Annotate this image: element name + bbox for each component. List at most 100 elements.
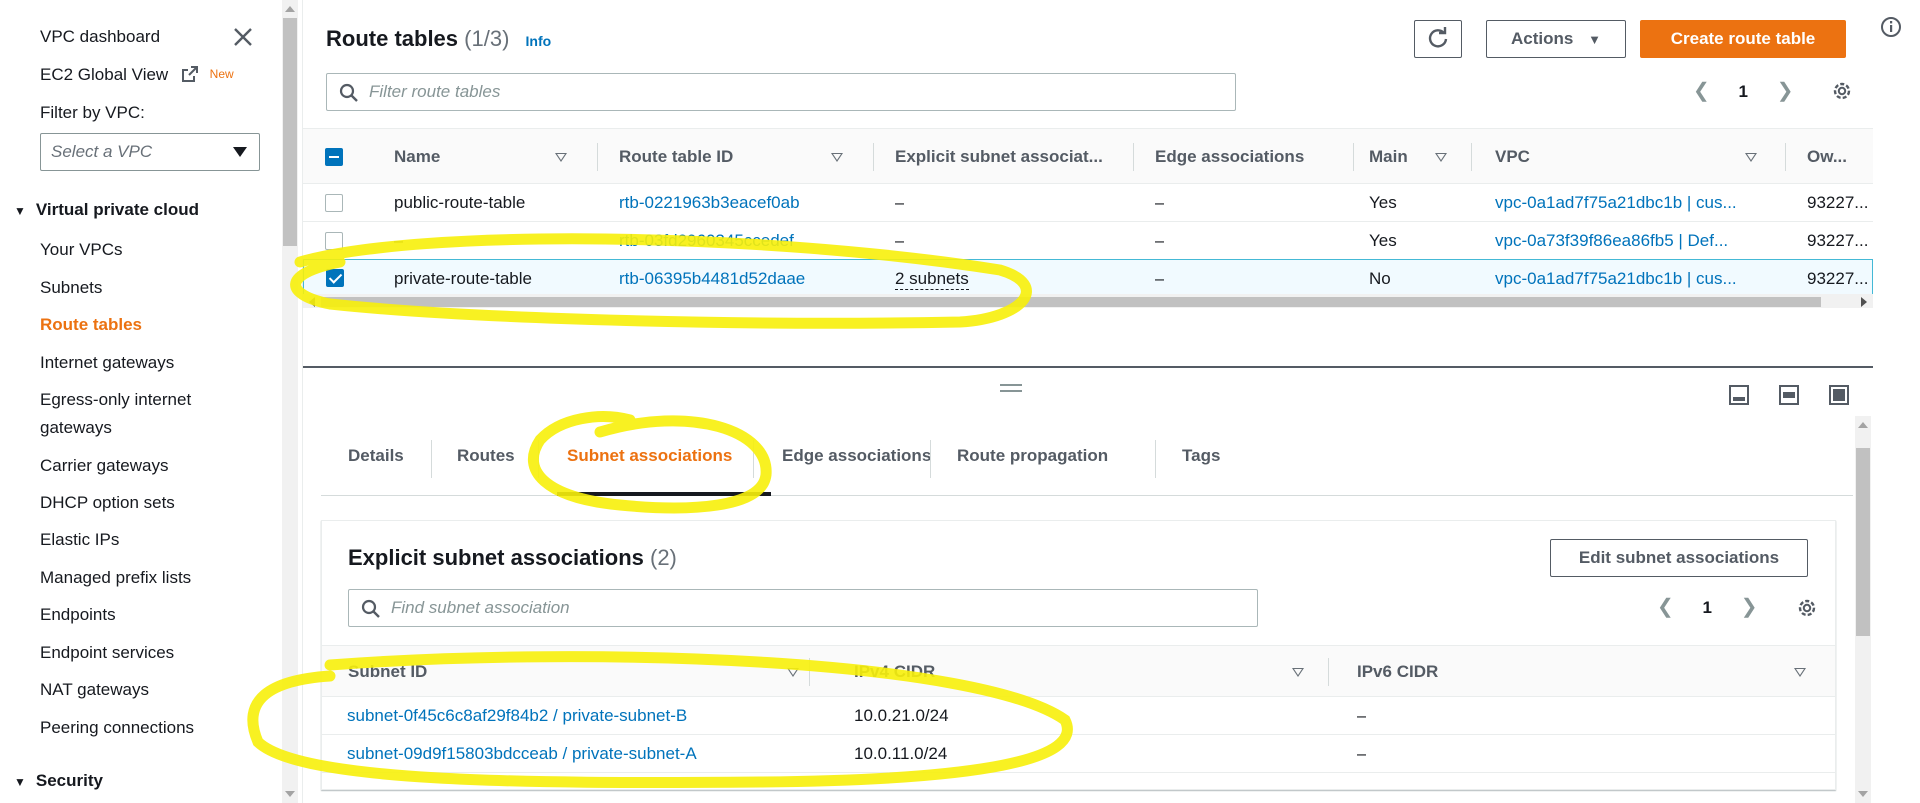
tab-route-propagation[interactable]: Route propagation: [957, 428, 1108, 484]
cell-owner: 93227...: [1807, 269, 1869, 288]
scroll-up-arrow[interactable]: [1858, 422, 1868, 428]
select-all-checkbox[interactable]: [325, 148, 343, 166]
panel-side-icon[interactable]: [1778, 384, 1800, 406]
column-header-subnet-id[interactable]: Subnet ID: [348, 646, 427, 698]
section-virtual-private-cloud[interactable]: ▼ Virtual private cloud: [14, 200, 199, 220]
sidebar-item-vpc-dashboard[interactable]: VPC dashboard: [40, 27, 160, 47]
search-placeholder: Find subnet association: [391, 598, 570, 617]
find-subnet-association-input[interactable]: Find subnet association: [348, 589, 1258, 627]
sort-icon[interactable]: [1435, 153, 1447, 162]
actions-dropdown-button[interactable]: Actions ▼: [1486, 20, 1626, 58]
table-row-selected[interactable]: private-route-table rtb-06395b4481d52daa…: [303, 259, 1873, 297]
sidebar-item-ec2-global-view[interactable]: EC2 Global View New: [40, 65, 234, 85]
filter-route-tables-input[interactable]: Filter route tables: [326, 73, 1236, 111]
sidebar-item-subnets[interactable]: Subnets: [40, 278, 102, 298]
cell-route-table-id[interactable]: rtb-06395b4481d52daae: [619, 260, 805, 298]
edit-subnet-associations-button[interactable]: Edit subnet associations: [1550, 539, 1808, 577]
scroll-down-arrow[interactable]: [285, 791, 295, 797]
create-route-table-button[interactable]: Create route table: [1640, 20, 1846, 58]
cell-explicit[interactable]: 2 subnets: [895, 260, 969, 298]
column-header-vpc[interactable]: VPC: [1495, 129, 1530, 185]
sidebar-item-endpoints[interactable]: Endpoints: [40, 605, 116, 625]
scrollbar-thumb[interactable]: [1856, 448, 1870, 636]
row-checkbox[interactable]: [325, 194, 343, 212]
column-header-explicit-subnet-associations[interactable]: Explicit subnet associat...: [895, 129, 1103, 185]
panel-maximize-icon[interactable]: [1828, 384, 1850, 406]
close-icon[interactable]: [230, 24, 256, 50]
sidebar-item-dhcp-option-sets[interactable]: DHCP option sets: [40, 493, 175, 513]
chevron-right-icon[interactable]: ❯: [1741, 594, 1758, 619]
sidebar-item-elastic-ips[interactable]: Elastic IPs: [40, 530, 119, 550]
cell-route-table-id[interactable]: rtb-0221963b3eacef0ab: [619, 184, 800, 222]
info-link[interactable]: Info: [526, 33, 552, 49]
explicit-subnets-popover-trigger[interactable]: 2 subnets: [895, 269, 969, 290]
sidebar-item-nat-gateways[interactable]: NAT gateways: [40, 680, 149, 700]
panel-bottom-icon[interactable]: [1728, 384, 1750, 406]
tab-subnet-associations[interactable]: Subnet associations: [567, 428, 732, 484]
sidebar-item-internet-gateways[interactable]: Internet gateways: [40, 353, 174, 373]
column-header-route-table-id[interactable]: Route table ID: [619, 129, 733, 185]
column-header-ipv6-cidr[interactable]: IPv6 CIDR: [1357, 646, 1438, 698]
scroll-up-arrow[interactable]: [285, 6, 295, 12]
sort-icon[interactable]: [555, 153, 567, 162]
scrollbar-thumb[interactable]: [321, 297, 1821, 307]
info-icon[interactable]: [1880, 16, 1902, 38]
table-row[interactable]: public-route-table rtb-0221963b3eacef0ab…: [303, 184, 1873, 222]
split-panel-scrollbar[interactable]: [1855, 416, 1871, 803]
page-number[interactable]: 1: [1703, 598, 1712, 618]
sidebar-item-your-vpcs[interactable]: Your VPCs: [40, 240, 123, 260]
column-header-name[interactable]: Name: [394, 129, 440, 185]
sidebar-item-egress-only-internet-gateways[interactable]: Egress-only internet: [40, 390, 191, 410]
sidebar-item-managed-prefix-lists[interactable]: Managed prefix lists: [40, 568, 191, 588]
sidebar-item-endpoint-services[interactable]: Endpoint services: [40, 643, 174, 663]
cell-subnet-id[interactable]: subnet-09d9f15803bdcceab / private-subne…: [347, 735, 697, 773]
drag-handle-icon[interactable]: [1000, 384, 1022, 392]
page-number[interactable]: 1: [1739, 82, 1748, 102]
vpc-filter-select[interactable]: Select a VPC: [40, 133, 260, 171]
tab-details[interactable]: Details: [348, 428, 404, 484]
table-horizontal-scrollbar[interactable]: [303, 294, 1873, 308]
sidebar-item-peering-connections[interactable]: Peering connections: [40, 718, 194, 738]
column-header-ipv4-cidr[interactable]: IPv4 CIDR: [854, 646, 935, 698]
cell-subnet-id[interactable]: subnet-0f45c6c8af29f84b2 / private-subne…: [347, 697, 687, 735]
sidebar-scrollbar[interactable]: [282, 0, 298, 803]
sort-icon[interactable]: [787, 668, 799, 677]
chevron-left-icon[interactable]: ❮: [1693, 78, 1710, 103]
column-header-owner[interactable]: Ow...: [1807, 129, 1847, 185]
cell-route-table-id[interactable]: rtb-03fd2960345ccedef: [619, 222, 794, 260]
tab-edge-associations[interactable]: Edge associations: [782, 428, 931, 484]
sidebar-item-carrier-gateways[interactable]: Carrier gateways: [40, 456, 169, 476]
cell-owner: 93227...: [1807, 231, 1869, 250]
sort-icon[interactable]: [1745, 153, 1757, 162]
scroll-down-arrow[interactable]: [1858, 791, 1868, 797]
cell-ipv4-cidr: 10.0.21.0/24: [854, 706, 949, 725]
scroll-right-arrow[interactable]: [1861, 297, 1867, 307]
chevron-right-icon[interactable]: ❯: [1777, 78, 1794, 103]
scrollbar-thumb[interactable]: [283, 18, 297, 246]
cell-vpc[interactable]: vpc-0a73f39f86ea86fb5 | Def...: [1495, 222, 1785, 260]
chevron-left-icon[interactable]: ❮: [1657, 594, 1674, 619]
sidebar-item-route-tables[interactable]: Route tables: [40, 315, 142, 335]
tab-tags[interactable]: Tags: [1182, 428, 1220, 484]
caret-down-icon: ▼: [14, 775, 26, 789]
sort-icon[interactable]: [1794, 668, 1806, 677]
sort-icon[interactable]: [1292, 668, 1304, 677]
cell-vpc[interactable]: vpc-0a1ad7f75a21dbc1b | cus...: [1495, 184, 1785, 222]
tab-routes[interactable]: Routes: [457, 428, 515, 484]
gear-icon[interactable]: [1796, 597, 1818, 619]
refresh-button[interactable]: [1414, 20, 1462, 58]
sidebar-item-egress-only-internet-gateways-line2[interactable]: gateways: [40, 418, 112, 438]
sort-icon[interactable]: [831, 153, 843, 162]
gear-icon[interactable]: [1831, 80, 1853, 102]
column-header-edge-associations[interactable]: Edge associations: [1155, 129, 1304, 185]
column-divider: [1471, 143, 1472, 171]
row-checkbox[interactable]: [325, 232, 343, 250]
column-header-main[interactable]: Main: [1369, 129, 1408, 185]
scroll-left-arrow[interactable]: [309, 297, 315, 307]
subnet-row: subnet-09d9f15803bdcceab / private-subne…: [322, 735, 1835, 773]
table-row[interactable]: – rtb-03fd2960345ccedef – – Yes vpc-0a73…: [303, 222, 1873, 260]
table-header: Name Route table ID Explicit subnet asso…: [303, 128, 1873, 184]
row-checkbox-checked[interactable]: [326, 269, 344, 287]
section-security[interactable]: ▼ Security: [14, 771, 103, 791]
cell-vpc[interactable]: vpc-0a1ad7f75a21dbc1b | cus...: [1495, 260, 1785, 298]
